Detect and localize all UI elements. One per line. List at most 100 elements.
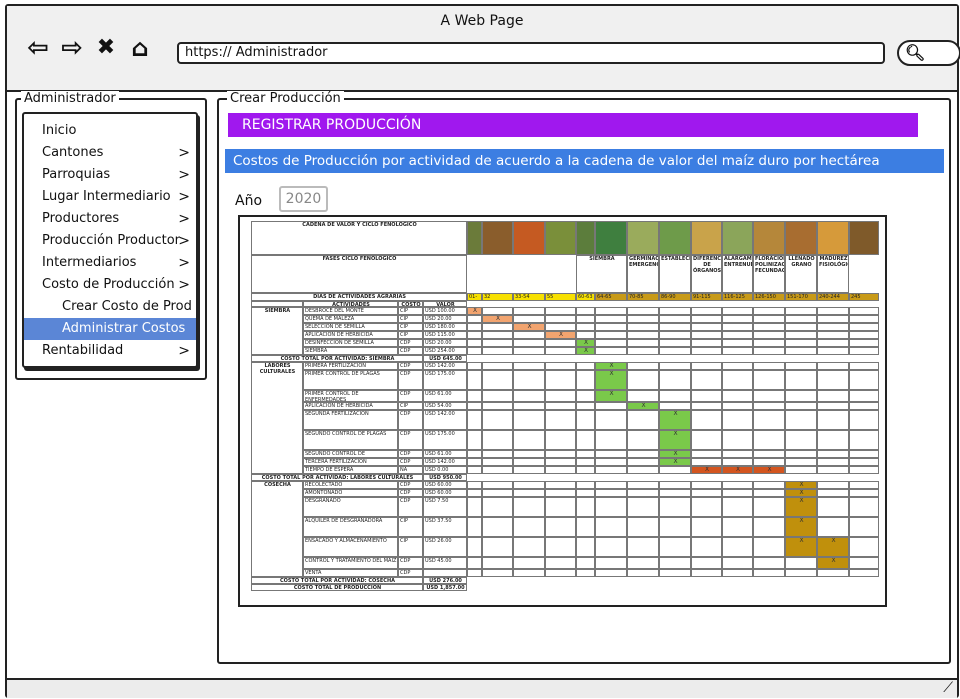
table-grid-cell [753, 497, 785, 517]
table-value: USD 20.00 [423, 339, 467, 347]
table-mark: X [785, 489, 817, 497]
table-grid-cell [576, 458, 595, 466]
sidebar-item-inicio[interactable]: Inicio [24, 120, 196, 142]
window-title: A Web Page [440, 13, 524, 29]
table-grid-cell [545, 323, 576, 331]
table-day-label: 240-244 [817, 293, 849, 301]
sidebar-item-productores[interactable]: Productores > [24, 208, 196, 230]
sidebar-subitem-crear-costo[interactable]: Crear Costo de Prod [24, 296, 196, 318]
table-mark: X [545, 331, 576, 339]
table-day-label: 86-90 [659, 293, 691, 301]
table-grid-cell [722, 450, 753, 458]
table-grid-cell [545, 339, 576, 347]
table-grid-cell [691, 450, 722, 458]
back-arrow-icon[interactable]: ⇦ [23, 34, 53, 62]
table-grid-cell [467, 402, 482, 410]
table-grid-cell [545, 557, 576, 569]
table-grid-cell [722, 537, 753, 557]
table-value: USD 254.00 [423, 347, 467, 355]
table-phase-label: MADUREZ FISIOLÓGICA [817, 255, 849, 293]
table-grid-cell [467, 430, 482, 450]
table-grid-cell [482, 489, 513, 497]
sidebar-item-cantones[interactable]: Cantones > [24, 142, 196, 164]
table-grid-cell [627, 390, 659, 402]
sidebar-item-parroquias[interactable]: Parroquias > [24, 164, 196, 186]
table-mark: X [576, 347, 595, 355]
sidebar-subitem-administrar-costos[interactable]: Administrar Costos d [24, 318, 196, 358]
table-grid-cell [467, 370, 482, 390]
table-grid-cell [722, 489, 753, 497]
table-value: USD 26.00 [423, 537, 467, 557]
sidebar-item-costo-produccion[interactable]: Costo de Producción > [24, 274, 196, 296]
table-grid-cell [576, 537, 595, 557]
table-cost-type: CIP [398, 307, 423, 315]
resize-grip-icon[interactable]: ⟋ [943, 680, 953, 696]
table-grid-cell [785, 315, 817, 323]
table-grid-cell [849, 458, 879, 466]
table-grid-cell [849, 481, 879, 489]
table-grid-cell [595, 323, 627, 331]
forward-arrow-icon[interactable]: ⇨ [57, 34, 87, 62]
table-grid-cell [659, 323, 691, 331]
table-grid-cell [482, 466, 513, 474]
table-photo [595, 221, 627, 255]
table-grid-cell [576, 402, 595, 410]
search-button[interactable]: 🔍︎ [897, 40, 960, 66]
home-icon[interactable]: ⌂ [125, 34, 155, 62]
address-bar[interactable]: https:// Administrador [177, 42, 885, 64]
table-group-total-label: COSTO TOTAL POR ACTIVIDAD: SIEMBRA [251, 355, 423, 362]
sidebar-item-lugar-intermediario[interactable]: Lugar Intermediario > [24, 186, 196, 208]
table-grid-cell [467, 517, 482, 537]
table-phase-label: GERMINACIÓN EMERGENCIA [627, 255, 659, 293]
table-header-phases: FASES CICLO FENOLÓGICO [251, 255, 467, 293]
table-value: USD 175.00 [423, 370, 467, 390]
table-value: USD 60.00 [423, 489, 467, 497]
table-day-label: 60-63 [576, 293, 595, 301]
table-grid-cell [753, 489, 785, 497]
table-grid-cell [545, 450, 576, 458]
table-mark: X [576, 339, 595, 347]
table-grid-cell [753, 517, 785, 537]
table-grid-cell [691, 307, 722, 315]
table-grid-cell [595, 347, 627, 355]
table-grid-cell [753, 458, 785, 466]
year-input[interactable]: 2020 [279, 186, 328, 212]
table-value: USD 37.50 [423, 517, 467, 537]
close-icon[interactable]: ✖ [93, 34, 119, 62]
table-grid-cell [627, 410, 659, 430]
table-grid-cell [817, 323, 849, 331]
table-grid-cell [576, 450, 595, 458]
table-grid-cell [595, 489, 627, 497]
sidebar-item-rentabilidad[interactable]: Rentabilidad > [24, 340, 196, 362]
table-value: USD 7.50 [423, 497, 467, 517]
table-grid-cell [627, 481, 659, 489]
table-grid-cell [467, 569, 482, 577]
table-mark: X [467, 307, 482, 315]
table-grid-cell [849, 339, 879, 347]
table-grid-cell [722, 497, 753, 517]
table-value: USD 0.00 [423, 466, 467, 474]
table-grid-cell [576, 315, 595, 323]
table-day-label: 245 [849, 293, 879, 301]
table-grid-cell [482, 458, 513, 466]
table-grid-cell [817, 481, 849, 489]
sidebar-item-intermediarios[interactable]: Intermediarios > [24, 252, 196, 274]
table-grid-cell [785, 458, 817, 466]
table-cost-type: CDP [398, 481, 423, 489]
table-grid-cell [595, 557, 627, 569]
table-grid-cell [595, 537, 627, 557]
table-grid-cell [817, 517, 849, 537]
table-grid-cell [595, 481, 627, 489]
table-mark: X [785, 517, 817, 537]
table-grid-cell [753, 347, 785, 355]
table-grid-cell [691, 370, 722, 390]
table-value: USD 61.00 [423, 390, 467, 402]
table-grid-cell [785, 569, 817, 577]
table-grid-cell [467, 537, 482, 557]
sidebar-item-produccion-productor[interactable]: Producción Productor > [24, 230, 196, 252]
table-grid-cell [722, 430, 753, 450]
table-cost-type: CIP [398, 315, 423, 323]
sidebar-item-label: Rentabilidad [42, 343, 124, 358]
table-grid-cell [482, 410, 513, 430]
table-value: USD 60.00 [423, 481, 467, 489]
